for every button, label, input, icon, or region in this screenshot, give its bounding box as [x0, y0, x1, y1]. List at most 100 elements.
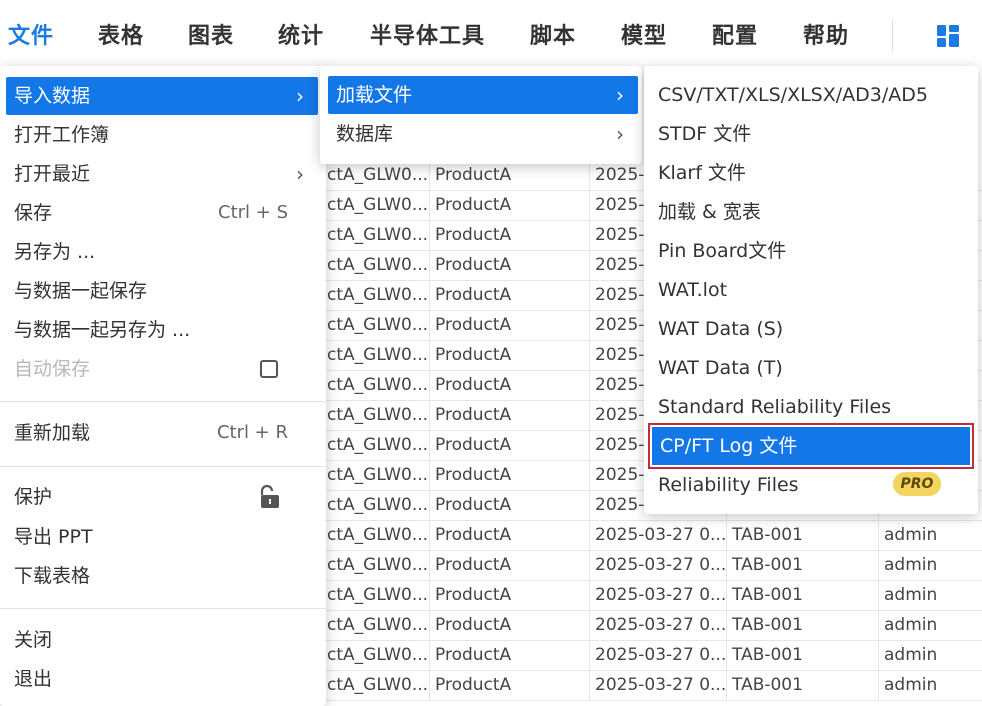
chevron-right-icon: ›: [616, 122, 624, 146]
load-klarf-label: Klarf 文件: [658, 162, 746, 184]
menu-chart[interactable]: 图表: [188, 18, 234, 50]
table-cell-product: ProductA: [429, 310, 589, 340]
table-cell-product: ProductA: [429, 370, 589, 400]
table-cell-id: ctA_GLW0...: [327, 255, 429, 275]
load-cp-ft-log-item[interactable]: CP/FT Log 文件: [648, 423, 974, 469]
close-item[interactable]: 关闭: [6, 621, 318, 659]
table-cell-product: ProductA: [429, 580, 589, 610]
unlock-icon[interactable]: [256, 484, 282, 510]
table-cell-product: ProductA: [429, 460, 589, 490]
load-wat-data-s-item[interactable]: WAT Data (S): [650, 310, 972, 348]
table-cell-id: ctA_GLW0...: [327, 225, 429, 245]
save-with-data-label: 与数据一起保存: [14, 280, 148, 302]
load-file-label: 加载文件: [336, 84, 413, 106]
table-cell-user: admin: [878, 520, 982, 550]
export-ppt-item[interactable]: 导出 PPT: [6, 518, 318, 556]
table-cell-product: ProductA: [429, 490, 589, 520]
database-label: 数据库: [336, 123, 394, 145]
table-cell-product: ProductA: [429, 250, 589, 280]
table-cell-tab: TAB-001: [726, 580, 878, 610]
save-as-item[interactable]: 另存为 ...: [6, 233, 318, 271]
table-cell-product: ProductA: [429, 340, 589, 370]
menu-model[interactable]: 模型: [621, 18, 667, 50]
reload-shortcut: Ctrl + R: [216, 422, 288, 443]
chevron-right-icon: ›: [296, 84, 304, 108]
table-cell-date: 2025-03-27 0...: [589, 550, 726, 580]
menu-table[interactable]: 表格: [98, 18, 144, 50]
menu-divider: [0, 466, 326, 467]
close-label: 关闭: [14, 629, 53, 651]
menu-semiconductor-tools[interactable]: 半导体工具: [370, 18, 485, 50]
menu-file[interactable]: 文件: [8, 18, 54, 50]
table-cell-id: ctA_GLW0...: [327, 195, 429, 215]
download-table-label: 下载表格: [14, 565, 91, 587]
table-cell-id: ctA_GLW0...: [327, 285, 429, 305]
load-wat-data-t-label: WAT Data (T): [658, 357, 783, 379]
import-data-item[interactable]: 导入数据 ›: [6, 77, 318, 115]
load-wat-data-s-label: WAT Data (S): [658, 318, 784, 340]
save-as-with-data-label: 与数据一起另存为 ...: [14, 319, 191, 341]
table-cell-product: ProductA: [429, 400, 589, 430]
table-cell-id: ctA_GLW0...: [327, 435, 429, 455]
load-wat-lot-item[interactable]: WAT.lot: [650, 271, 972, 309]
open-recent-item[interactable]: 打开最近 ›: [6, 155, 318, 193]
table-cell-id: ctA_GLW0...: [327, 555, 429, 575]
load-and-wide-table-item[interactable]: 加载 & 宽表: [650, 193, 972, 231]
load-wat-data-t-item[interactable]: WAT Data (T): [650, 349, 972, 387]
table-cell-date: 2025-03-27 0...: [589, 640, 726, 670]
menu-script[interactable]: 脚本: [530, 18, 576, 50]
save-item[interactable]: 保存 Ctrl + S: [6, 194, 318, 232]
table-cell-id: ctA_GLW0...: [327, 375, 429, 395]
load-and-wide-table-label: 加载 & 宽表: [658, 201, 761, 223]
save-as-label: 另存为 ...: [14, 241, 96, 263]
load-stdf-item[interactable]: STDF 文件: [650, 115, 972, 153]
layout-grid-icon[interactable]: [936, 24, 960, 48]
table-cell-id: ctA_GLW0...: [327, 465, 429, 485]
table-cell-product: ProductA: [429, 160, 589, 190]
load-reliability-files-label: Reliability Files: [658, 474, 799, 496]
save-as-with-data-item[interactable]: 与数据一起另存为 ...: [6, 311, 318, 349]
table-cell-product: ProductA: [429, 520, 589, 550]
menu-statistics[interactable]: 统计: [278, 18, 324, 50]
table-cell-id: ctA_GLW0...: [327, 495, 429, 515]
protect-label: 保护: [14, 486, 53, 508]
open-workbook-item[interactable]: 打开工作簿: [6, 116, 318, 154]
table-cell-user: admin: [878, 610, 982, 640]
load-pin-board-label: Pin Board文件: [658, 240, 787, 262]
table-cell-id: ctA_GLW0...: [327, 345, 429, 365]
load-csv-txt-xls-item[interactable]: CSV/TXT/XLS/XLSX/AD3/AD5: [650, 76, 972, 114]
load-klarf-item[interactable]: Klarf 文件: [650, 154, 972, 192]
menu-config[interactable]: 配置: [712, 18, 758, 50]
menu-divider: [0, 608, 326, 609]
table-cell-id: ctA_GLW0...: [327, 315, 429, 335]
reload-item[interactable]: 重新加载 Ctrl + R: [6, 414, 318, 452]
table-cell-id: ctA_GLW0...: [327, 165, 429, 185]
load-wat-lot-label: WAT.lot: [658, 279, 728, 301]
autosave-label: 自动保存: [14, 358, 91, 380]
menu-help[interactable]: 帮助: [803, 18, 849, 50]
download-table-item[interactable]: 下载表格: [6, 557, 318, 595]
menu-divider: [0, 401, 326, 402]
load-file-item[interactable]: 加载文件 ›: [328, 76, 638, 114]
table-cell-date: 2025-03-27 0...: [589, 520, 726, 550]
table-cell-product: ProductA: [429, 190, 589, 220]
exit-item[interactable]: 退出: [6, 660, 318, 698]
save-with-data-item[interactable]: 与数据一起保存: [6, 272, 318, 310]
load-pin-board-item[interactable]: Pin Board文件: [650, 232, 972, 270]
menu-bar: 文件 表格 图表 统计 半导体工具 脚本 模型 配置 帮助: [0, 0, 982, 70]
table-cell-id: ctA_GLW0...: [327, 525, 429, 545]
table-cell-product: ProductA: [429, 640, 589, 670]
save-label: 保存: [14, 202, 53, 224]
load-standard-reliability-item[interactable]: Standard Reliability Files: [650, 388, 972, 426]
load-standard-reliability-label: Standard Reliability Files: [658, 396, 892, 418]
database-item[interactable]: 数据库 ›: [328, 115, 638, 153]
table-cell-product: ProductA: [429, 430, 589, 460]
pro-badge: PRO: [893, 472, 941, 496]
load-cp-ft-log-label: CP/FT Log 文件: [660, 435, 798, 457]
table-cell-id: ctA_GLW0...: [327, 405, 429, 425]
save-shortcut: Ctrl + S: [218, 202, 288, 223]
table-cell-user: admin: [878, 580, 982, 610]
table-cell-user: admin: [878, 640, 982, 670]
autosave-checkbox[interactable]: [260, 360, 278, 378]
chevron-right-icon: ›: [296, 162, 304, 186]
